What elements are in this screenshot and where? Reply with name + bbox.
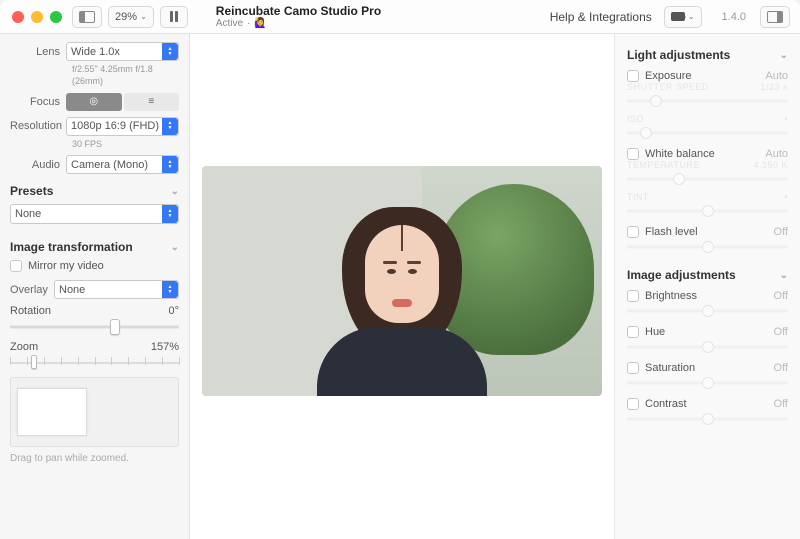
chevron-down-icon: ⌄	[780, 270, 788, 281]
rotation-label: Rotation	[10, 305, 51, 317]
app-status: Active	[216, 18, 243, 29]
zoom-slider[interactable]	[10, 355, 179, 369]
hue-label: Hue	[645, 326, 774, 338]
resolution-select[interactable]: 1080p 16:9 (FHD)	[66, 117, 179, 136]
presets-select[interactable]: None	[10, 204, 179, 224]
contrast-checkbox[interactable]	[627, 398, 639, 410]
focus-label: Focus	[10, 96, 66, 108]
saturation-slider[interactable]	[627, 376, 788, 390]
flash-checkbox[interactable]	[627, 226, 639, 238]
saturation-label: Saturation	[645, 362, 774, 374]
app-window: 29% ⌄ Reincubate Camo Studio Pro Active …	[0, 0, 800, 539]
flash-slider[interactable]	[627, 240, 788, 254]
user-emoji-icon: 🙋‍♀️	[254, 18, 266, 29]
lens-select[interactable]: Wide 1.0x	[66, 42, 179, 61]
focus-segmented-control[interactable]: ◎ ≡	[66, 93, 179, 111]
maximize-icon[interactable]	[50, 11, 62, 23]
pause-button[interactable]	[160, 6, 188, 28]
lens-meta-2: (26mm)	[72, 76, 179, 87]
zoom-label: Zoom	[10, 341, 38, 353]
rotation-value: 0°	[168, 305, 179, 317]
exposure-label: Exposure	[645, 70, 765, 82]
flash-label: Flash level	[645, 226, 774, 238]
autofocus-icon[interactable]: ◎	[66, 93, 122, 111]
right-panel: Light adjustments⌄ ExposureAuto SHUTTER …	[614, 34, 800, 539]
brightness-value: Off	[774, 290, 788, 302]
contrast-label: Contrast	[645, 398, 774, 410]
video-preview-area	[190, 34, 614, 539]
mirror-video-label: Mirror my video	[28, 260, 104, 272]
video-camera-icon	[671, 12, 685, 21]
lens-label: Lens	[10, 46, 66, 58]
fps-meta: 30 FPS	[72, 139, 179, 150]
flash-value: Off	[774, 226, 788, 238]
toggle-right-panel-button[interactable]	[760, 6, 790, 28]
manual-focus-icon[interactable]: ≡	[124, 93, 180, 111]
audio-select[interactable]: Camera (Mono)	[66, 155, 179, 174]
saturation-value: Off	[774, 362, 788, 374]
iso-slider[interactable]	[627, 126, 788, 140]
hue-slider[interactable]	[627, 340, 788, 354]
panel-right-icon	[767, 11, 783, 23]
toggle-left-panel-button[interactable]	[72, 6, 102, 28]
camera-source-dropdown[interactable]: ⌄	[664, 6, 702, 28]
close-icon[interactable]	[12, 11, 24, 23]
chevron-down-icon: ⌄	[780, 50, 788, 61]
audio-label: Audio	[10, 159, 66, 171]
rotation-slider[interactable]	[10, 319, 179, 335]
brightness-checkbox[interactable]	[627, 290, 639, 302]
white-balance-label: White balance	[645, 148, 765, 160]
white-balance-checkbox[interactable]	[627, 148, 639, 160]
image-adjustments-header[interactable]: Image adjustments⌄	[627, 268, 788, 282]
video-preview[interactable]	[202, 166, 602, 396]
brightness-label: Brightness	[645, 290, 774, 302]
pan-hint: Drag to pan while zoomed.	[10, 453, 179, 464]
pause-icon	[170, 11, 178, 22]
temperature-slider[interactable]	[627, 172, 788, 186]
contrast-value: Off	[774, 398, 788, 410]
mirror-video-checkbox[interactable]	[10, 260, 22, 272]
help-integrations-link[interactable]: Help & Integrations	[550, 10, 652, 24]
light-adjustments-header[interactable]: Light adjustments⌄	[627, 48, 788, 62]
zoom-value: 157%	[151, 341, 179, 353]
saturation-checkbox[interactable]	[627, 362, 639, 374]
chevron-down-icon: ⌄	[171, 186, 179, 197]
app-title-block: Reincubate Camo Studio Pro Active · 🙋‍♀️	[216, 4, 381, 29]
zoom-level-dropdown[interactable]: 29% ⌄	[108, 6, 154, 28]
overlay-label: Overlay	[10, 284, 54, 296]
lens-meta-1: f/2.55" 4.25mm f/1.8	[72, 64, 179, 75]
resolution-label: Resolution	[10, 120, 66, 132]
hue-value: Off	[774, 326, 788, 338]
panel-left-icon	[79, 11, 95, 23]
left-panel: Lens Wide 1.0x f/2.55" 4.25mm f/1.8 (26m…	[0, 34, 190, 539]
chevron-down-icon: ⌄	[171, 242, 179, 253]
tint-slider[interactable]	[627, 204, 788, 218]
white-balance-value: Auto	[765, 148, 788, 160]
zoom-level-value: 29%	[115, 11, 137, 23]
brightness-slider[interactable]	[627, 304, 788, 318]
minimize-icon[interactable]	[31, 11, 43, 23]
version-label: 1.4.0	[722, 11, 746, 23]
titlebar: 29% ⌄ Reincubate Camo Studio Pro Active …	[0, 0, 800, 34]
hue-checkbox[interactable]	[627, 326, 639, 338]
exposure-checkbox[interactable]	[627, 70, 639, 82]
presets-header[interactable]: Presets⌄	[10, 184, 179, 198]
exposure-value: Auto	[765, 70, 788, 82]
image-transformation-header[interactable]: Image transformation⌄	[10, 240, 179, 254]
pan-crop-preview[interactable]	[10, 377, 179, 447]
overlay-select[interactable]: None	[54, 280, 179, 299]
contrast-slider[interactable]	[627, 412, 788, 426]
shutter-slider[interactable]	[627, 94, 788, 108]
app-title: Reincubate Camo Studio Pro	[216, 4, 381, 18]
window-traffic-lights[interactable]	[12, 11, 62, 23]
